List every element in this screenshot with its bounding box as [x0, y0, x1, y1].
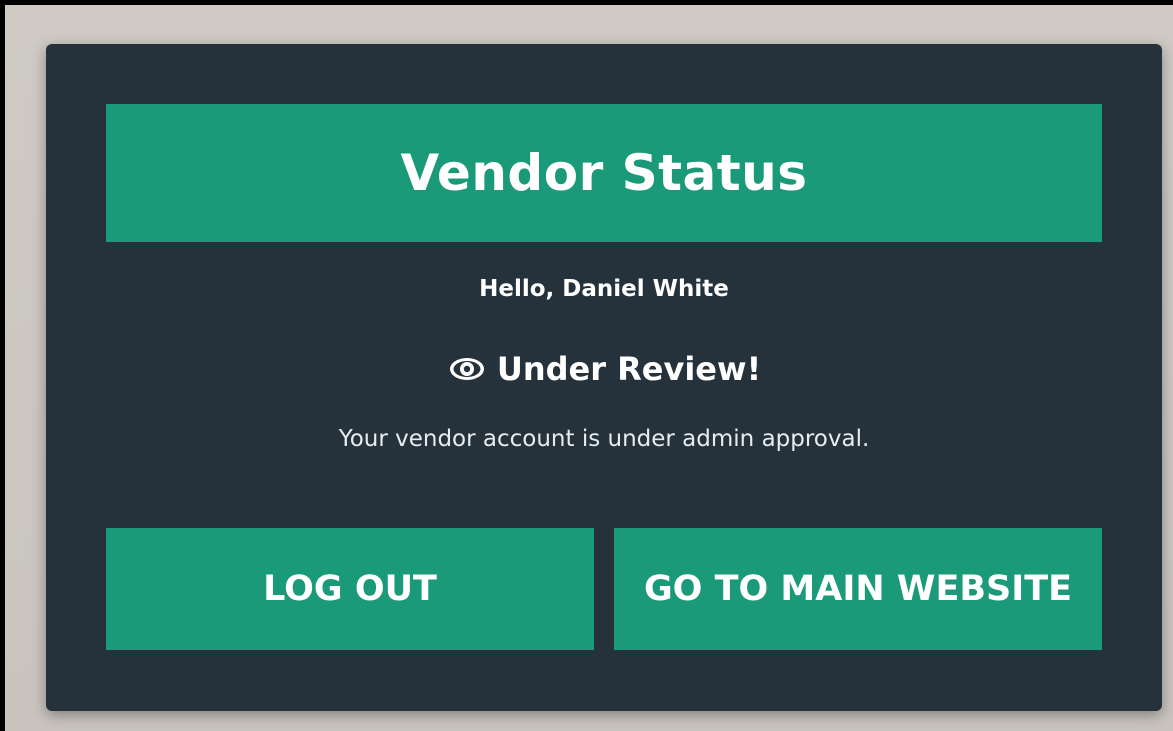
status-heading: Under Review! — [46, 350, 1162, 388]
vendor-status-card: Vendor Status Hello, Daniel White Under … — [46, 44, 1162, 711]
logout-button[interactable]: LOG OUT — [106, 528, 594, 650]
page-title: Vendor Status — [400, 144, 808, 202]
status-label: Under Review! — [496, 350, 762, 388]
eye-icon — [447, 355, 487, 383]
main-website-button[interactable]: GO TO MAIN WEBSITE — [614, 528, 1102, 650]
page-frame: Vendor Status Hello, Daniel White Under … — [0, 0, 1173, 731]
greeting-text: Hello, Daniel White — [479, 276, 729, 302]
title-banner: Vendor Status — [106, 104, 1102, 242]
status-message: Your vendor account is under admin appro… — [338, 426, 870, 452]
